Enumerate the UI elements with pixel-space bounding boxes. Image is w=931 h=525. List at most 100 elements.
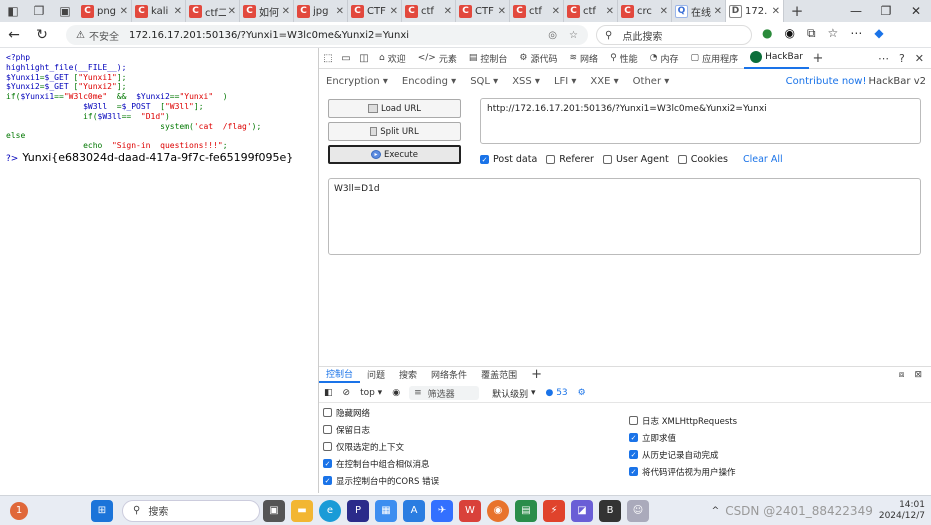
console-setting[interactable]: ✓ 从历史记录自动完成 <box>629 446 737 463</box>
setting-checkbox[interactable] <box>629 416 638 425</box>
devtools-tab[interactable]: ◔ 内存 <box>644 48 685 69</box>
console-setting[interactable]: 保留日志 <box>323 421 439 438</box>
copilot-icon[interactable]: ◆ <box>874 26 883 41</box>
console-drawer-tab[interactable]: 覆盖范围 <box>474 367 524 383</box>
console-setting[interactable]: 隐藏网络 <box>323 404 439 421</box>
tab-close-icon[interactable]: ✕ <box>714 6 722 17</box>
url-box[interactable]: ⚠ 不安全 172.16.17.201:50136/?Yunxi1=W3lc0m… <box>66 25 588 45</box>
firefox-icon[interactable]: ◉ <box>487 499 509 522</box>
file-explorer-icon[interactable]: ▬ <box>291 499 313 522</box>
tab-close-icon[interactable]: ✕ <box>228 6 236 17</box>
start-button[interactable]: ⊞ <box>91 499 113 522</box>
filter-input[interactable]: ≡ 筛选器 <box>409 386 480 400</box>
browser-tab[interactable]: Cpng ✕ <box>78 0 132 22</box>
hackbar-menu-item[interactable]: XSS ▾ <box>505 76 547 87</box>
devtools-tab[interactable]: ≋ 网络 <box>564 48 605 69</box>
tab-close-icon[interactable]: ✕ <box>390 6 398 17</box>
extensions-icon[interactable]: ⧉ <box>807 26 816 41</box>
browser-tab[interactable]: Cjpg ✕ <box>294 0 348 22</box>
browser-tab[interactable]: Cctf ✕ <box>402 0 456 22</box>
tab-actions-icon[interactable]: ▣ <box>52 0 78 22</box>
browser-tab[interactable]: Cctf ✕ <box>510 0 564 22</box>
post-data-checkbox[interactable]: ✓ <box>480 155 489 164</box>
read-aloud-icon[interactable]: ◎ <box>548 30 557 41</box>
back-button[interactable]: ← <box>0 27 28 43</box>
setting-checkbox[interactable] <box>323 408 332 417</box>
cookies-checkbox[interactable] <box>677 155 687 164</box>
task-view-icon[interactable]: ▣ <box>263 499 285 522</box>
store-icon[interactable]: ▦ <box>375 499 397 522</box>
profile-icon[interactable]: ◧ <box>0 0 26 22</box>
tab-close-icon[interactable]: ✕ <box>336 6 344 17</box>
tab-close-icon[interactable]: ✕ <box>174 6 182 17</box>
widgets-icon[interactable]: 1 <box>10 501 28 520</box>
taskbar-search[interactable]: ⚲ 搜索 <box>122 499 260 522</box>
restore-button[interactable]: ❐ <box>871 4 901 18</box>
search-box[interactable]: ⚲ 点此搜索 <box>596 25 752 45</box>
workspaces-icon[interactable]: ❐ <box>26 0 52 22</box>
context-selector[interactable]: top ▾ <box>355 388 387 398</box>
close-devtools-icon[interactable]: ✕ <box>915 52 924 65</box>
tab-close-icon[interactable]: ✕ <box>498 6 506 17</box>
console-settings-icon[interactable]: ⚙ <box>573 388 591 398</box>
burp-icon[interactable]: ⚡ <box>543 499 565 522</box>
clock[interactable]: 14:01 2024/12/7 <box>879 500 925 522</box>
setting-checkbox[interactable] <box>323 425 332 434</box>
clear-all-button[interactable]: Clear All <box>743 154 783 165</box>
sidebar-toggle-icon[interactable]: ◧ <box>319 388 338 398</box>
browser-tab[interactable]: Ckali ✕ <box>132 0 186 22</box>
pycharm-icon[interactable]: P <box>347 499 369 522</box>
add-panel-icon[interactable]: + <box>809 51 827 66</box>
hackbar-menu-item[interactable]: Encoding ▾ <box>395 76 463 87</box>
console-setting[interactable]: 仅限选定的上下文 <box>323 438 439 455</box>
browser-tab[interactable]: Q 在线 ✕ <box>672 0 726 22</box>
hackbar-menu-item[interactable]: Other ▾ <box>626 76 677 87</box>
referer-checkbox[interactable] <box>546 155 556 164</box>
tab-close-icon[interactable]: ✕ <box>444 6 452 17</box>
tab-close-icon[interactable]: ✕ <box>120 6 128 17</box>
url-textarea[interactable]: http://172.16.17.201:50136/?Yunxi1=W3lc0… <box>480 98 921 144</box>
extension-green-icon[interactable]: ● <box>762 26 772 41</box>
console-drawer-tab[interactable]: 问题 <box>360 367 392 383</box>
issues-badge[interactable]: ● 53 <box>540 388 572 398</box>
browser-tab[interactable]: C CTF ✕ <box>348 0 402 22</box>
browser-tab[interactable]: D 172. ✕ <box>726 0 784 22</box>
referer-option[interactable]: Referer <box>546 154 594 165</box>
cookies-option[interactable]: Cookies <box>677 154 728 165</box>
devtools-tab[interactable]: ⚙ 源代码 <box>513 48 563 69</box>
hackbar-menu-item[interactable]: XXE ▾ <box>583 76 625 87</box>
close-window-button[interactable]: ✕ <box>901 4 931 18</box>
setting-checkbox[interactable]: ✓ <box>323 459 332 468</box>
setting-checkbox[interactable]: ✓ <box>629 467 638 476</box>
browser-tab[interactable]: Cctf ✕ <box>564 0 618 22</box>
setting-checkbox[interactable]: ✓ <box>629 433 638 442</box>
console-setting[interactable]: ✓ 显示控制台中的CORS 错误 <box>323 472 439 489</box>
edge-browser-icon[interactable]: e <box>319 499 341 522</box>
console-setting[interactable]: 日志 XMLHttpRequests <box>629 412 737 429</box>
wps-icon[interactable]: W <box>459 499 481 522</box>
devtools-tab[interactable]: HackBar <box>744 48 809 69</box>
tab-close-icon[interactable]: ✕ <box>282 6 290 17</box>
contribute-link[interactable]: Contribute now! <box>786 76 869 87</box>
url-text[interactable]: 172.16.17.201:50136/?Yunxi1=W3lc0me&Yunx… <box>129 30 409 41</box>
load-url-button[interactable]: Load URL <box>328 99 461 118</box>
app-blue-icon[interactable]: A <box>403 499 425 522</box>
console-setting[interactable]: ✓ 将代码评估视为用户操作 <box>629 463 737 480</box>
photo-icon[interactable]: ◪ <box>571 499 593 522</box>
devtools-tab[interactable]: ⌂ 欢迎 <box>373 48 412 69</box>
feishu-icon[interactable]: ✈ <box>431 499 453 522</box>
post-data-option[interactable]: ✓ Post data <box>480 154 537 165</box>
user-agent-checkbox[interactable] <box>602 155 612 164</box>
post-body-textarea[interactable]: W3ll=D1d <box>328 178 921 255</box>
setting-checkbox[interactable]: ✓ <box>629 450 638 459</box>
extension-dark-icon[interactable]: ◉ <box>784 26 794 41</box>
live-expression-icon[interactable]: ◉ <box>387 388 405 398</box>
more-tools-icon[interactable]: ⋯ <box>878 52 889 65</box>
hackbar-menu-item[interactable]: SQL ▾ <box>463 76 505 87</box>
browser-tab[interactable]: C CTF ✕ <box>456 0 510 22</box>
sidebar-toggle-icon[interactable]: ◫ <box>355 53 373 64</box>
devtools-tab[interactable]: ▢ 应用程序 <box>685 48 745 69</box>
devtools-tab[interactable]: </> 元素 <box>412 48 463 69</box>
more-menu-icon[interactable]: ⋯ <box>850 26 862 41</box>
console-drawer-tab[interactable]: 搜索 <box>392 367 424 383</box>
